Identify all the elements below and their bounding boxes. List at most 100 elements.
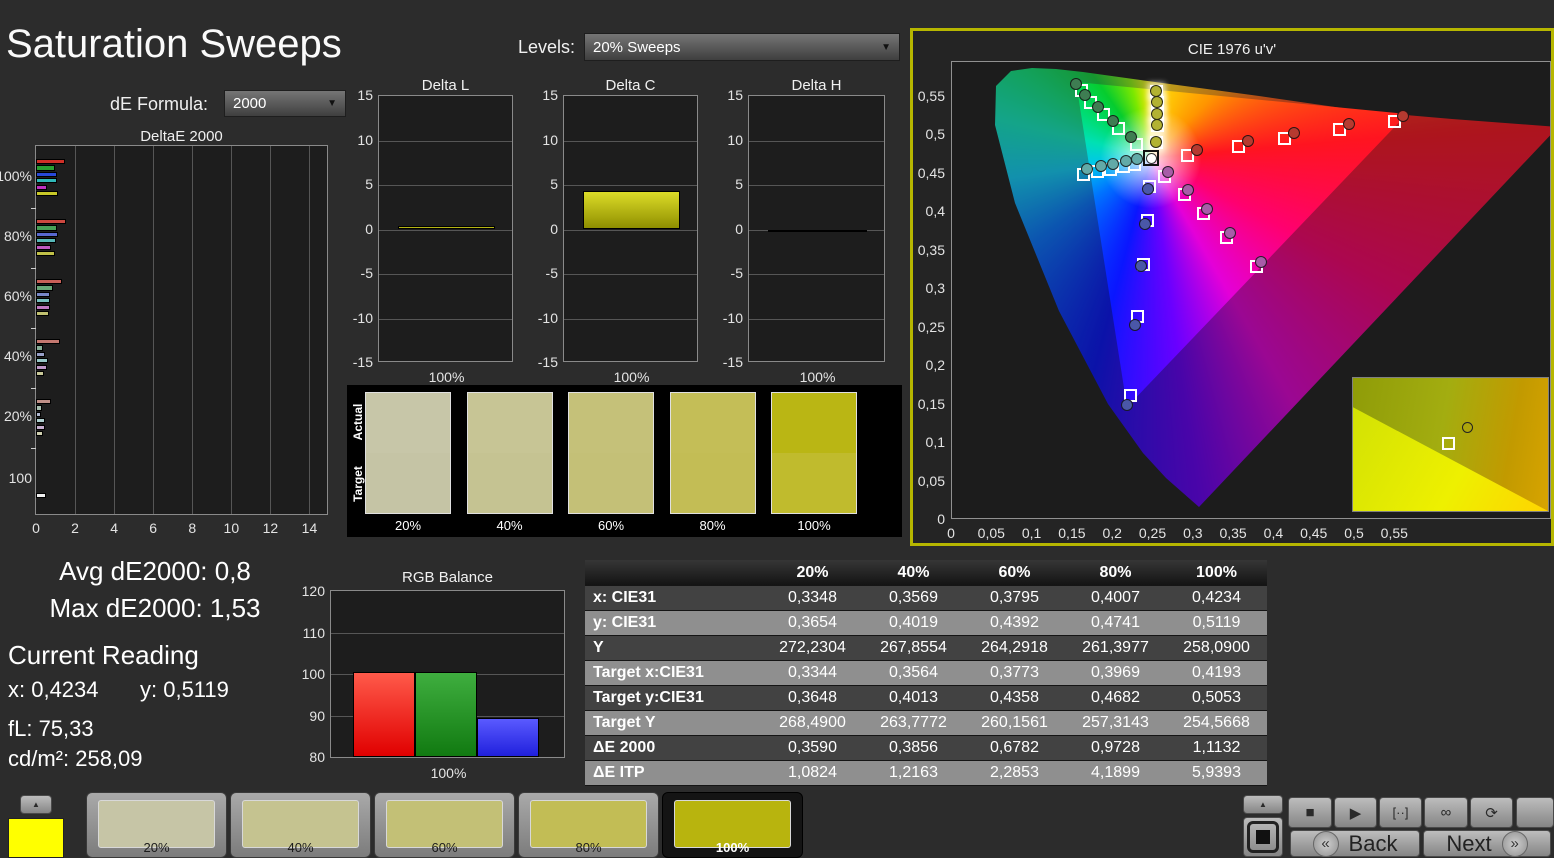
table-cell: 0,4007 — [1091, 589, 1140, 606]
blank-button[interactable] — [1516, 797, 1554, 828]
table-row: Y 272,2304 267,8554 264,2918 261,3977 258,090… — [585, 636, 1267, 661]
gridline — [379, 274, 512, 275]
gridline — [564, 140, 697, 142]
infinity-button[interactable]: ∞ — [1424, 797, 1468, 828]
play-icon: ▶ — [1349, 804, 1362, 822]
cie-title: CIE 1976 u'v' — [1187, 41, 1277, 58]
rgb-bar-green — [415, 671, 477, 757]
deltae-bar-80%-4 — [36, 244, 51, 250]
rgb-balance-title: RGB Balance — [402, 569, 493, 586]
cie-x-tick: 0,1 — [1021, 525, 1042, 541]
avg-de2000: Avg dE2000: 0,8 — [59, 556, 251, 586]
square-icon — [1247, 821, 1279, 853]
patch-button-60%[interactable]: 60% — [374, 792, 515, 858]
table-cell: 0,4234 — [1192, 589, 1241, 606]
stop-icon: ■ — [1305, 804, 1315, 821]
table-cell: 260,1561 — [981, 714, 1048, 731]
delta-h-title: Delta H — [791, 77, 842, 94]
target-color — [670, 453, 755, 513]
levels-dropdown[interactable]: 20% Sweeps ▼ — [584, 33, 900, 61]
deltae-bar-40%-1 — [36, 345, 43, 351]
cie-y-tick: 0,2 — [925, 357, 945, 373]
measurement-table: 20% 40% 60% 80% 100% x: CIE31 0,3348 0,3569 0,37… — [585, 560, 1267, 786]
table-row-label: ΔE 2000 — [593, 739, 656, 756]
cie-y-tick: 0,3 — [925, 280, 945, 296]
scroll-up-button[interactable]: ▲ — [20, 795, 52, 814]
back-button-label: Back — [1348, 830, 1398, 856]
deltae-bar-100%-5 — [36, 191, 58, 197]
de-formula-label: dE Formula: — [110, 94, 209, 114]
y-tick: -5 — [730, 265, 743, 281]
table-cell: 0,4392 — [990, 614, 1039, 631]
current-x: x: 0,4234 — [8, 677, 99, 702]
y-tick: 110 — [302, 624, 325, 641]
patch-button-100%[interactable]: 100% — [662, 792, 803, 858]
refresh-button[interactable]: ⟳ — [1470, 797, 1513, 828]
x-label: 100% — [430, 765, 467, 781]
target-color — [366, 453, 450, 513]
table-row-label: ΔE ITP — [593, 764, 645, 781]
up-arrow-icon: ▲ — [1259, 800, 1267, 809]
deltae-bar-100%-0 — [36, 159, 66, 165]
de-formula-dropdown[interactable]: 2000 ▼ — [224, 90, 346, 117]
compare-label: 60% — [597, 518, 625, 533]
patch-button-label: 80% — [575, 840, 602, 855]
actual-row-label: Actual — [351, 403, 365, 441]
patch-button-label: 40% — [287, 840, 314, 855]
y-tick: 90 — [309, 707, 325, 724]
deltae-bar-100%-1 — [36, 165, 55, 171]
table-row-label: x: CIE31 — [593, 589, 657, 606]
patch-button-40%[interactable]: 40% — [230, 792, 371, 858]
table-header-row: 20% 40% 60% 80% 100% — [585, 560, 1267, 586]
x-label: 100% — [428, 369, 465, 385]
table-row-label: Target x:CIE31 — [593, 664, 704, 681]
deltae-bar-40%-5 — [36, 371, 44, 377]
table-row: ΔE 2000 0,3590 0,3856 0,6782 0,9728 1,1132 — [585, 736, 1267, 761]
panel-up-button[interactable]: ▲ — [1243, 795, 1283, 814]
table-cell: 0,3569 — [889, 589, 938, 606]
deltae-bar-60%-2 — [36, 291, 50, 297]
compare-swatch-20% — [365, 392, 451, 514]
delta-c-chart: 15 10 5 0 -5 -10 -15 100% — [538, 87, 698, 385]
cie-x-tick: 0,25 — [1138, 525, 1167, 541]
deltae-bar-60%-3 — [36, 298, 51, 304]
deltae-bar-40%-2 — [36, 351, 45, 357]
deltae-bar-20%-1 — [36, 405, 42, 411]
table-cell: 0,3795 — [990, 589, 1039, 606]
group-label: 80% — [3, 228, 32, 244]
x-tick: 10 — [223, 520, 240, 536]
table-cell: 0,3590 — [788, 739, 837, 756]
deltae-bar-20%-2 — [36, 411, 41, 417]
deltae-bar-20%-4 — [36, 424, 45, 430]
patch-window-button[interactable] — [1243, 817, 1283, 857]
deltae-bar-100-5 — [36, 493, 46, 499]
compare-label: 20% — [394, 518, 422, 533]
cie-x-tick: 0,55 — [1380, 525, 1408, 541]
range-button[interactable]: [··] — [1379, 797, 1422, 828]
cie-diagram-panel: CIE 1976 u'v' 0,55 0,5 0,45 0,4 0,35 0,3 0,25 0… — [910, 28, 1554, 546]
deltae-bar-20%-5 — [36, 431, 44, 437]
compare-swatch-100% — [771, 392, 857, 514]
gridline — [231, 146, 233, 514]
cie-x-tick: 0,2 — [1102, 525, 1122, 541]
patch-button-20%[interactable]: 20% — [86, 792, 227, 858]
play-button[interactable]: ▶ — [1334, 797, 1377, 828]
levels-label: Levels: — [518, 37, 576, 57]
table-cell: 0,6782 — [990, 739, 1039, 756]
gridline — [749, 140, 884, 142]
table-cell: 0,5119 — [1192, 614, 1241, 631]
gridline — [749, 185, 884, 186]
actual-color — [670, 393, 755, 453]
gridline — [114, 146, 116, 514]
compare-swatch-80% — [669, 392, 756, 514]
x-tick: 4 — [110, 520, 119, 536]
next-button[interactable]: Next » — [1423, 830, 1551, 857]
table-cell: 2,2853 — [990, 764, 1039, 781]
table-row: x: CIE31 0,3348 0,3569 0,3795 0,4007 0,4234 — [585, 586, 1267, 611]
y-tick: 10 — [727, 131, 743, 148]
stop-button[interactable]: ■ — [1288, 797, 1332, 828]
patch-button-80%[interactable]: 80% — [518, 792, 659, 858]
table-cell: 261,3977 — [1082, 639, 1149, 656]
back-button[interactable]: « Back — [1290, 830, 1420, 857]
deltae-bar-40%-4 — [36, 364, 47, 370]
